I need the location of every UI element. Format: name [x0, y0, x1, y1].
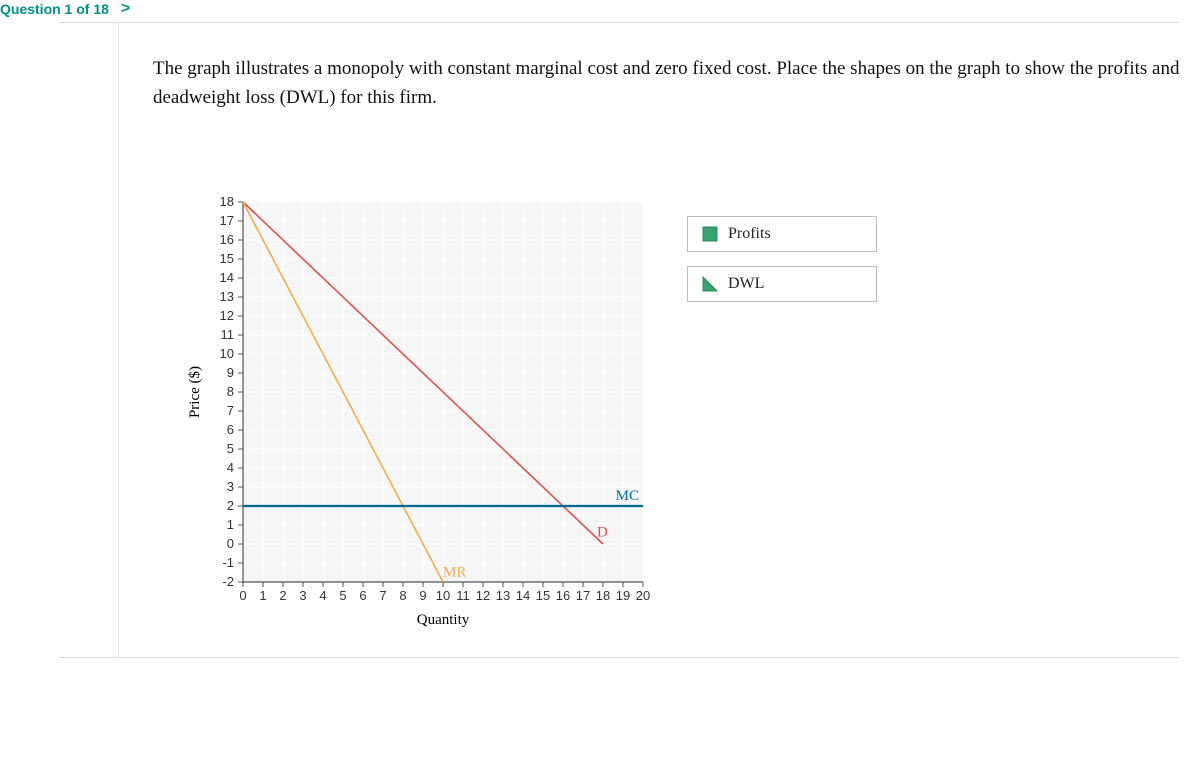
economics-chart[interactable]: 01234567891011121314151617181920-2-10123…	[183, 192, 663, 632]
svg-text:15: 15	[220, 251, 234, 266]
svg-text:17: 17	[576, 588, 590, 603]
legend-dwl[interactable]: DWL	[687, 266, 877, 302]
svg-text:9: 9	[227, 365, 234, 380]
svg-text:18: 18	[596, 588, 610, 603]
svg-text:0: 0	[239, 588, 246, 603]
svg-text:11: 11	[221, 327, 235, 342]
svg-text:19: 19	[616, 588, 630, 603]
svg-text:-1: -1	[222, 555, 234, 570]
question-number: Question 1 of 18	[0, 1, 109, 17]
svg-text:MR: MR	[443, 565, 466, 581]
svg-text:6: 6	[227, 422, 234, 437]
svg-text:5: 5	[227, 441, 234, 456]
svg-text:20: 20	[636, 588, 650, 603]
svg-text:7: 7	[379, 588, 386, 603]
question-card: The graph illustrates a monopoly with co…	[118, 23, 1200, 657]
svg-text:1: 1	[227, 517, 234, 532]
svg-text:18: 18	[220, 194, 234, 209]
svg-text:8: 8	[399, 588, 406, 603]
svg-text:10: 10	[436, 588, 450, 603]
next-question-chevron[interactable]: >	[121, 0, 130, 18]
svg-text:12: 12	[476, 588, 490, 603]
svg-text:-2: -2	[222, 574, 234, 589]
svg-text:4: 4	[319, 588, 326, 603]
svg-text:6: 6	[359, 588, 366, 603]
svg-text:14: 14	[220, 270, 234, 285]
svg-text:15: 15	[536, 588, 550, 603]
svg-text:13: 13	[496, 588, 510, 603]
svg-text:4: 4	[227, 460, 234, 475]
svg-text:16: 16	[220, 232, 234, 247]
svg-text:2: 2	[279, 588, 286, 603]
svg-text:11: 11	[456, 588, 470, 603]
svg-text:5: 5	[339, 588, 346, 603]
svg-text:17: 17	[220, 213, 234, 228]
svg-text:13: 13	[220, 289, 234, 304]
svg-text:9: 9	[419, 588, 426, 603]
chart-container[interactable]: 01234567891011121314151617181920-2-10123…	[183, 192, 663, 637]
svg-text:16: 16	[556, 588, 570, 603]
svg-text:14: 14	[516, 588, 530, 603]
svg-text:12: 12	[220, 308, 234, 323]
profits-swatch-icon	[702, 226, 718, 242]
legend-profits-label: Profits	[728, 225, 771, 243]
legend-dwl-label: DWL	[728, 275, 764, 293]
dwl-swatch-icon	[702, 276, 718, 292]
svg-text:10: 10	[220, 346, 234, 361]
svg-text:7: 7	[227, 403, 234, 418]
svg-text:0: 0	[227, 536, 234, 551]
svg-text:2: 2	[227, 498, 234, 513]
svg-text:8: 8	[227, 384, 234, 399]
svg-text:1: 1	[259, 588, 266, 603]
question-header: Question 1 of 18 >	[0, 0, 1200, 22]
question-prompt: The graph illustrates a monopoly with co…	[153, 55, 1200, 112]
svg-text:3: 3	[299, 588, 306, 603]
svg-text:3: 3	[227, 479, 234, 494]
svg-text:Price ($): Price ($)	[187, 366, 203, 418]
legend: Profits DWL	[687, 216, 877, 637]
svg-text:MC: MC	[616, 488, 639, 504]
chart-area: 01234567891011121314151617181920-2-10123…	[143, 192, 1200, 637]
svg-text:D: D	[597, 525, 608, 541]
svg-text:Quantity: Quantity	[417, 612, 470, 628]
legend-profits[interactable]: Profits	[687, 216, 877, 252]
